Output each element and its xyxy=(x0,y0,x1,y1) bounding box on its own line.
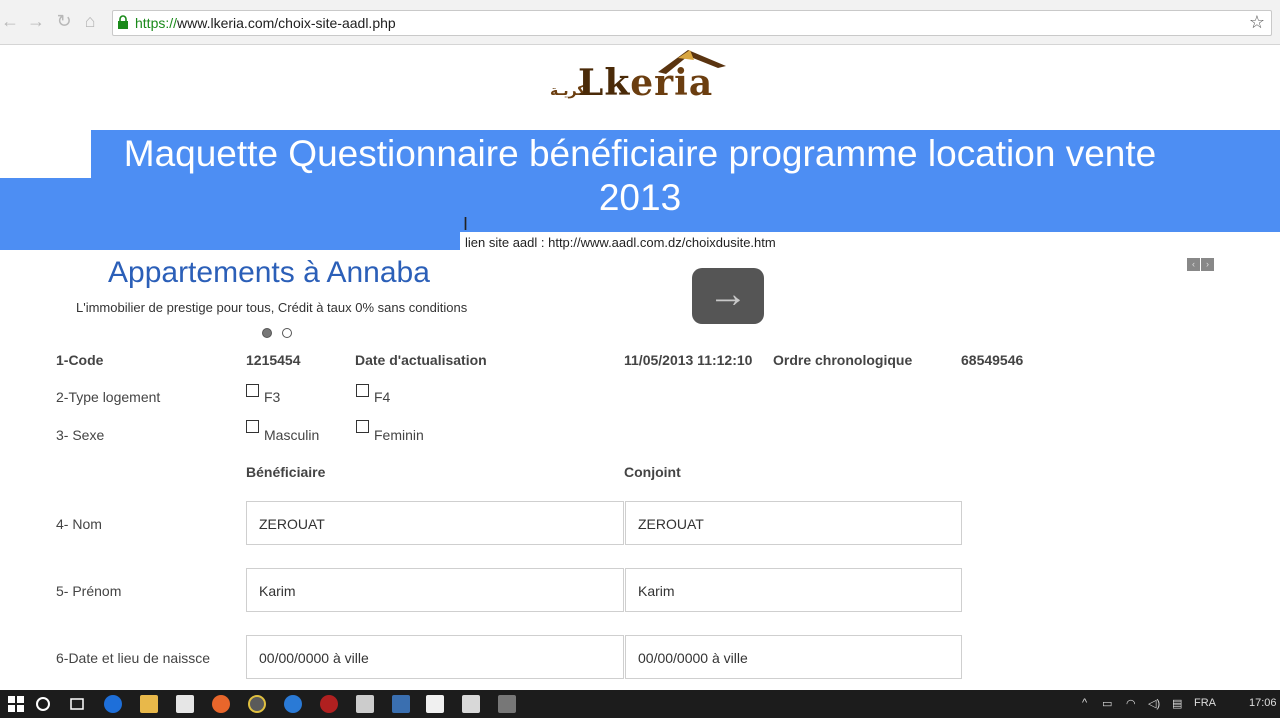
slider-next-button[interactable]: → xyxy=(692,268,764,324)
slide-title: Appartements à Annaba xyxy=(108,256,430,289)
url-host-path: www.lkeria.com/choix-site-aadl.php xyxy=(177,15,396,31)
column-header-conjoint: Conjoint xyxy=(624,464,681,480)
prenom-beneficiaire-input[interactable]: Karim xyxy=(246,568,624,612)
star-icon[interactable]: ☆ xyxy=(1249,12,1265,33)
firefox-icon[interactable] xyxy=(212,695,230,713)
checkbox-f3[interactable] xyxy=(246,384,259,397)
camtasia-icon[interactable] xyxy=(426,695,444,713)
app-icon[interactable] xyxy=(356,695,374,713)
naissance-conjoint-input[interactable]: 00/00/0000 à ville xyxy=(625,635,962,679)
prenom-conjoint-input[interactable]: Karim xyxy=(625,568,962,612)
nom-conjoint-input[interactable]: ZEROUAT xyxy=(625,501,962,545)
old-site-link[interactable]: lien site aadl : http://www.aadl.com.dz/… xyxy=(465,235,776,250)
browser-icon[interactable] xyxy=(284,695,302,713)
banner-selection-bottom xyxy=(0,232,460,250)
slider-dots xyxy=(262,325,302,343)
address-bar[interactable]: https://www.lkeria.com/choix-site-aadl.p… xyxy=(112,10,1272,36)
option-masculin-label: Masculin xyxy=(264,427,320,443)
search-icon[interactable] xyxy=(34,695,52,713)
code-label: 1-Code xyxy=(56,352,104,368)
tray-up-arrow-icon[interactable]: ^ xyxy=(1082,697,1087,709)
page-title: Maquette Questionnaire bénéficiaire prog… xyxy=(0,132,1280,220)
logo-wordmark-prefix: Lk xyxy=(578,62,631,104)
edge-icon[interactable] xyxy=(104,695,122,713)
url-text: https://www.lkeria.com/choix-site-aadl.p… xyxy=(135,15,396,31)
nom-beneficiaire-input[interactable]: ZEROUAT xyxy=(246,501,624,545)
option-feminin-label: Feminin xyxy=(374,427,424,443)
slider-next-icon[interactable]: › xyxy=(1201,258,1214,271)
date-label: Date d'actualisation xyxy=(355,352,487,368)
text-cursor-icon: I xyxy=(463,214,469,234)
home-icon[interactable]: ⌂ xyxy=(80,11,100,31)
date-value: 11/05/2013 11:12:10 xyxy=(624,352,753,368)
battery-icon[interactable]: ▭ xyxy=(1102,697,1112,710)
slide-subtitle: L'immobilier de prestige pour tous, Créd… xyxy=(76,300,468,315)
sexe-label: 3- Sexe xyxy=(56,427,105,443)
chrome-icon[interactable] xyxy=(248,695,266,713)
forward-arrow-icon[interactable]: → xyxy=(26,11,46,31)
logo-wordmark: Lkeria xyxy=(578,62,713,104)
page-title-line1: Maquette Questionnaire bénéficiaire prog… xyxy=(123,133,1157,174)
slider-prev-icon[interactable]: ‹ xyxy=(1187,258,1200,271)
taskbar: ^ ▭ ◠ ◁) ▤ FRA 17:06 xyxy=(0,690,1280,718)
naissance-beneficiaire-input[interactable]: 00/00/0000 à ville xyxy=(246,635,624,679)
back-arrow-icon[interactable]: ← xyxy=(0,11,20,31)
windows-start-icon[interactable] xyxy=(7,695,25,713)
slider-dot-2[interactable] xyxy=(282,328,292,338)
media-icon[interactable] xyxy=(320,695,338,713)
column-header-beneficiaire: Bénéficiaire xyxy=(246,464,326,480)
notification-icon[interactable]: ▤ xyxy=(1172,697,1182,710)
nom-label: 4- Nom xyxy=(56,516,102,532)
type-logement-label: 2-Type logement xyxy=(56,389,161,405)
task-view-icon[interactable] xyxy=(68,695,86,713)
logo-wordmark-suffix: eria xyxy=(630,62,714,104)
checkbox-masculin[interactable] xyxy=(246,420,259,433)
file-explorer-icon[interactable] xyxy=(140,695,158,713)
wifi-icon[interactable]: ◠ xyxy=(1126,697,1136,710)
option-f4-label: F4 xyxy=(374,389,391,405)
lock-icon xyxy=(118,15,128,29)
volume-icon[interactable]: ◁) xyxy=(1148,697,1160,710)
code-value: 1215454 xyxy=(246,352,301,368)
language-indicator[interactable]: FRA xyxy=(1194,697,1216,709)
prenom-label: 5- Prénom xyxy=(56,583,122,599)
slider-dot-1[interactable] xyxy=(262,328,272,338)
url-protocol: https:// xyxy=(135,15,178,31)
reload-icon[interactable]: ↻ xyxy=(54,11,74,31)
checkbox-f4[interactable] xyxy=(356,384,369,397)
notes-icon[interactable] xyxy=(392,695,410,713)
ordre-label: Ordre chronologique xyxy=(773,352,913,368)
slider-controls: ‹ › xyxy=(1187,254,1215,272)
photos-icon[interactable] xyxy=(462,695,480,713)
clock[interactable]: 17:06 xyxy=(1249,697,1277,709)
site-logo[interactable]: لكريـة Lkeria xyxy=(548,46,732,106)
store-icon[interactable] xyxy=(176,695,194,713)
tool-icon[interactable] xyxy=(498,695,516,713)
browser-toolbar: ← → ↻ ⌂ https://www.lkeria.com/choix-sit… xyxy=(0,0,1280,45)
ordre-value: 68549546 xyxy=(961,352,1024,368)
page-title-line2: 2013 xyxy=(598,177,682,218)
naissance-label: 6-Date et lieu de naissce xyxy=(56,650,211,666)
option-f3-label: F3 xyxy=(264,389,281,405)
checkbox-feminin[interactable] xyxy=(356,420,369,433)
